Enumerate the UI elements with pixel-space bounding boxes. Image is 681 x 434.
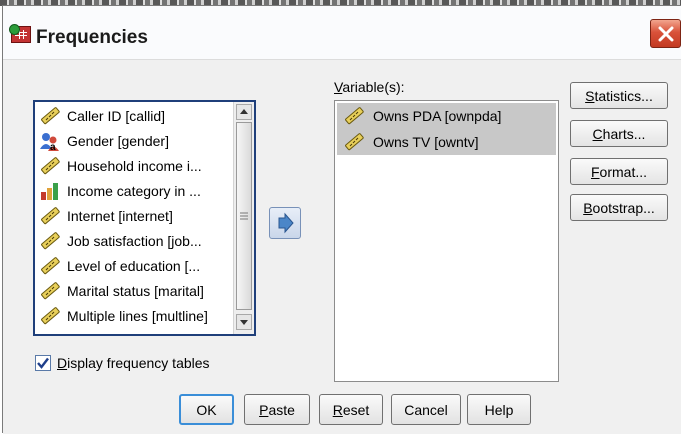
- list-item[interactable]: Level of education [...: [39, 254, 231, 278]
- variable-label: Level of education [...: [67, 258, 201, 274]
- list-item[interactable]: Multiple lines [multline]: [39, 304, 231, 328]
- display-frequency-tables-option[interactable]: Display frequency tables: [35, 353, 210, 373]
- variable-label: Caller ID [callid]: [67, 108, 166, 124]
- ruler-scale-icon: [39, 281, 61, 301]
- ruler-scale-icon: [39, 206, 61, 226]
- spss-app-icon: [9, 24, 31, 43]
- variable-label: Income category in ...: [67, 183, 201, 199]
- list-item[interactable]: Owns TV [owntv]: [337, 129, 556, 155]
- scroll-down-button[interactable]: [236, 314, 252, 330]
- reset-button[interactable]: Reset: [319, 394, 383, 425]
- ruler-scale-icon: [39, 256, 61, 276]
- list-item[interactable]: Household income i...: [39, 154, 231, 178]
- scroll-thumb[interactable]: [236, 122, 252, 310]
- charts-button[interactable]: Charts...: [570, 120, 668, 147]
- variables-label: Variable(s):: [334, 79, 405, 95]
- cancel-button[interactable]: Cancel: [391, 394, 461, 425]
- triangle-down-icon: [240, 320, 248, 325]
- variable-label: Marital status [marital]: [67, 283, 204, 299]
- svg-text:a: a: [50, 142, 56, 151]
- scroll-up-button[interactable]: [236, 104, 252, 120]
- grip-icon: [240, 212, 248, 220]
- variable-label: Household income i...: [67, 158, 202, 174]
- window-title: Frequencies: [36, 27, 148, 48]
- variable-label: Gender [gender]: [67, 133, 169, 149]
- checkmark-icon: [37, 357, 49, 369]
- list-item[interactable]: a Gender [gender]: [39, 129, 231, 153]
- variable-label: Multiple lines [multline]: [67, 308, 208, 324]
- target-variable-list[interactable]: Owns PDA [ownpda] Owns TV [owntv]: [334, 100, 559, 382]
- source-variable-list[interactable]: Caller ID [callid] a Gender [gender] Hou…: [33, 100, 256, 336]
- close-icon: [658, 26, 674, 42]
- list-item[interactable]: Caller ID [callid]: [39, 104, 231, 128]
- dialog-body: Caller ID [callid] a Gender [gender] Hou…: [3, 60, 681, 434]
- title-bar: Frequencies: [3, 6, 681, 60]
- variable-label: Owns PDA [ownpda]: [373, 108, 502, 124]
- close-button[interactable]: [650, 19, 681, 48]
- frequencies-dialog: Frequencies Caller ID [callid] a Gender …: [2, 5, 681, 434]
- list-item[interactable]: Owns PDA [ownpda]: [337, 103, 556, 129]
- variable-label: Job satisfaction [job...: [67, 233, 202, 249]
- ruler-scale-icon: [39, 231, 61, 251]
- move-variable-button[interactable]: [269, 207, 301, 239]
- ruler-scale-icon: [343, 106, 365, 126]
- statistics-button[interactable]: Statistics...: [570, 82, 668, 109]
- variable-label: Internet [internet]: [67, 208, 173, 224]
- help-button[interactable]: Help: [467, 394, 531, 425]
- paste-button[interactable]: Paste: [244, 394, 310, 425]
- ruler-scale-icon: [343, 132, 365, 152]
- ruler-scale-icon: [39, 106, 61, 126]
- vertical-scrollbar[interactable]: [233, 102, 254, 334]
- display-frequency-tables-label: Display frequency tables: [57, 355, 210, 371]
- variable-label: Owns TV [owntv]: [373, 134, 479, 150]
- bootstrap-button[interactable]: Bootstrap...: [570, 194, 668, 221]
- right-arrow-icon: [278, 212, 294, 234]
- list-item[interactable]: Marital status [marital]: [39, 279, 231, 303]
- ok-button[interactable]: OK: [179, 394, 234, 425]
- ruler-scale-icon: [39, 156, 61, 176]
- nominal-people-icon: a: [39, 131, 61, 153]
- display-frequency-tables-checkbox[interactable]: [35, 355, 51, 371]
- triangle-up-icon: [240, 109, 248, 114]
- list-item[interactable]: Income category in ...: [39, 179, 231, 203]
- ordinal-bars-icon: [39, 181, 61, 201]
- list-item[interactable]: Job satisfaction [job...: [39, 229, 231, 253]
- ruler-scale-icon: [39, 306, 61, 326]
- list-item[interactable]: Internet [internet]: [39, 204, 231, 228]
- format-button[interactable]: Format...: [570, 158, 668, 185]
